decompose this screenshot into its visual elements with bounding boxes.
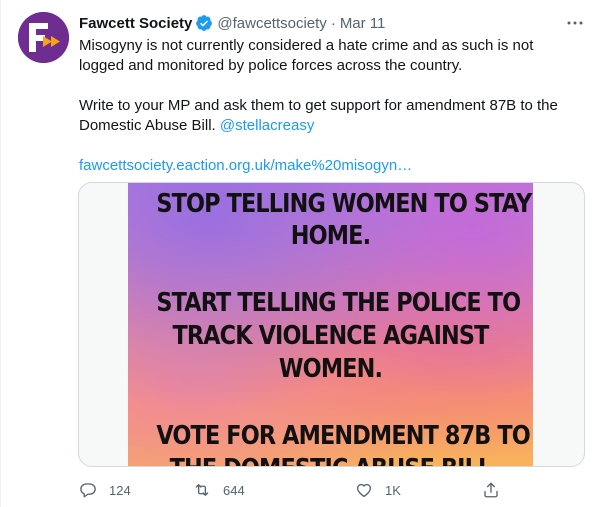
poster-line-5: WOMEN. (278, 354, 383, 384)
avatar[interactable] (18, 12, 69, 63)
more-horizontal-icon[interactable] (566, 14, 584, 32)
poster-line-6: VOTE FOR AMENDMENT 87B TO (156, 421, 530, 451)
poster-line-1: STOP TELLING WOMEN TO STAY (156, 189, 532, 219)
retweet-count: 644 (223, 482, 245, 498)
poster-image[interactable]: STOP TELLING WOMEN TO STAY HOME. START T… (128, 183, 533, 466)
reply-icon (80, 483, 96, 498)
external-link[interactable]: fawcettsociety.eaction.org.uk/make%20mis… (79, 157, 412, 174)
separator-dot: · (330, 14, 336, 32)
reply-button[interactable]: 124 (79, 480, 131, 500)
tweet-paragraph-1: Misogyny is not currently considered a h… (79, 37, 534, 74)
action-bar: 124 644 1K (79, 480, 509, 500)
tweet-date[interactable]: Mar 11 (340, 15, 386, 32)
tweet[interactable]: Fawcett Society @fawcettsociety · Mar 11… (0, 0, 598, 507)
paragraph-2-text: Write to your MP and ask them to get sup… (79, 97, 558, 134)
reply-count: 124 (109, 482, 131, 498)
mention-link[interactable]: @stellacreasy (220, 117, 314, 134)
author-name[interactable]: Fawcett Society (79, 15, 192, 32)
like-button[interactable]: 1K (355, 480, 401, 500)
author-handle[interactable]: @fawcettsociety (217, 15, 326, 32)
poster-line-7: THE DOMESTIC ABUSE BILL (156, 454, 504, 466)
verified-badge-icon (195, 14, 213, 32)
heart-icon (356, 483, 372, 498)
retweet-button[interactable]: 644 (193, 480, 245, 500)
poster-line-2: HOME. (290, 221, 371, 251)
poster-line-4: TRACK VIOLENCE AGAINST (172, 321, 489, 351)
tweet-paragraph-2: Write to your MP and ask them to get sup… (79, 96, 579, 136)
poster-line-3: START TELLING THE POLICE TO (156, 288, 521, 318)
retweet-icon (195, 484, 209, 496)
fawcett-logo-icon (18, 12, 69, 63)
media-card[interactable]: STOP TELLING WOMEN TO STAY HOME. START T… (78, 182, 585, 467)
like-count: 1K (385, 482, 401, 498)
tweet-text: Misogyny is not currently considered a h… (79, 36, 579, 176)
share-icon (484, 482, 498, 498)
share-button[interactable] (482, 480, 512, 500)
tweet-header: Fawcett Society @fawcettsociety · Mar 11 (79, 13, 385, 33)
